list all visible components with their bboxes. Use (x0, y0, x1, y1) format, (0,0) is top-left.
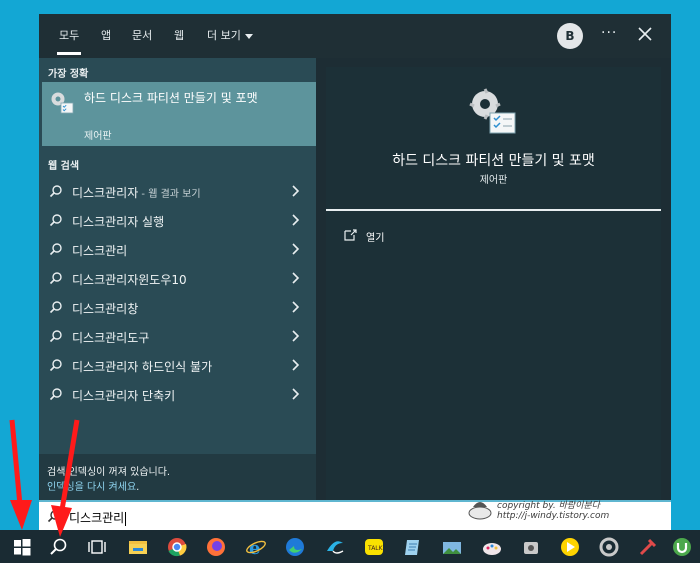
indexing-notice-action: 인덱싱을 다시 켜세요. (47, 482, 140, 493)
svg-text:e: e (249, 538, 260, 558)
results-column: 가장 정확 하드 디스크 파티션 만들기 및 포맷 제어판 웹 검색 디스크관리… (39, 58, 316, 500)
chevron-down-icon (244, 33, 253, 39)
preview-title: 하드 디스크 파티션 만들기 및 포맷 (392, 153, 595, 169)
best-match-heading: 가장 정확 (48, 69, 89, 80)
windows-start-icon[interactable] (11, 536, 33, 558)
web-result-label: 디스크관리자 - 웹 결과 보기 (72, 186, 201, 200)
open-label: 열기 (366, 233, 385, 244)
web-result-label: 디스크관리자 실행 (72, 215, 165, 229)
chevron-right-icon (292, 388, 300, 400)
search-icon[interactable] (47, 536, 69, 558)
search-icon (49, 388, 62, 401)
more-options-button[interactable]: ··· (601, 25, 617, 41)
disk-management-icon (469, 88, 516, 134)
search-icon (49, 214, 62, 227)
search-icon (49, 185, 62, 198)
app-icon[interactable] (324, 536, 346, 558)
chevron-right-icon (292, 301, 300, 313)
web-result-label: 디스크관리창 (72, 302, 139, 316)
file-explorer-icon[interactable] (127, 536, 149, 558)
best-match-title: 하드 디스크 파티션 만들기 및 포맷 (84, 91, 258, 105)
search-icon (49, 301, 62, 314)
disk-management-icon (51, 92, 74, 114)
open-external-icon (344, 229, 357, 241)
best-match-item[interactable]: 하드 디스크 파티션 만들기 및 포맷 제어판 (42, 82, 316, 146)
web-result-label: 디스크관리도구 (72, 331, 150, 345)
search-tabs-bar: 모두 앱 문서 웹 더 보기 B ··· (39, 14, 671, 58)
close-icon[interactable] (635, 24, 655, 44)
watermark-logo-icon (468, 502, 492, 520)
search-icon (49, 272, 62, 285)
tab-apps[interactable]: 앱 (101, 27, 111, 43)
web-result-item[interactable]: 디스크관리도구 (39, 322, 316, 350)
web-result-label: 디스크관리자 단축키 (72, 389, 176, 403)
tab-documents[interactable]: 문서 (132, 27, 152, 43)
search-input-value: 디스크관리 (69, 511, 127, 526)
chevron-right-icon (292, 272, 300, 284)
paint-icon[interactable] (481, 536, 503, 558)
tab-more[interactable]: 더 보기 (207, 27, 253, 43)
kakaotalk-icon[interactable]: TALK (363, 536, 385, 558)
ie-icon[interactable]: e (245, 536, 267, 558)
taskbar: e TALK (0, 530, 700, 563)
chrome-icon[interactable] (166, 536, 188, 558)
enable-indexing-link[interactable]: 인덱싱을 다시 켜세요 (47, 482, 136, 493)
preview-divider (326, 209, 661, 211)
search-icon (49, 243, 62, 256)
search-panel: 모두 앱 문서 웹 더 보기 B ··· 가장 정확 하드 디스크 파티션 만들… (39, 14, 671, 500)
app2-icon[interactable] (520, 536, 542, 558)
chevron-right-icon (292, 330, 300, 342)
chevron-right-icon (292, 243, 300, 255)
svg-text:TALK: TALK (367, 545, 384, 552)
web-result-label: 디스크관리자윈도우10 (72, 273, 187, 287)
notepad-icon[interactable] (402, 536, 424, 558)
preview-subtitle: 제어판 (479, 175, 508, 186)
web-result-item[interactable]: 디스크관리창 (39, 293, 316, 321)
settings-icon[interactable] (598, 536, 620, 558)
web-result-label: 디스크관리 (72, 244, 128, 258)
web-result-item[interactable]: 디스크관리 (39, 235, 316, 263)
indexing-notice: 검색 인덱싱이 꺼져 있습니다. 인덱싱을 다시 켜세요. (39, 454, 316, 500)
web-result-item[interactable]: 디스크관리자 실행 (39, 206, 316, 234)
preview-pane: 하드 디스크 파티션 만들기 및 포맷 제어판 열기 (326, 67, 661, 500)
web-result-item[interactable]: 디스크관리자 단축키 (39, 380, 316, 408)
indexing-notice-text: 검색 인덱싱이 꺼져 있습니다. (47, 467, 171, 478)
task-view-icon[interactable] (86, 536, 108, 558)
best-match-subtitle: 제어판 (84, 131, 112, 142)
search-icon (49, 359, 62, 372)
firefox-icon[interactable] (205, 536, 227, 558)
chevron-right-icon (292, 359, 300, 371)
web-search-heading: 웹 검색 (48, 161, 80, 172)
web-result-item[interactable]: 디스크관리자 - 웹 결과 보기 (39, 177, 316, 205)
chevron-right-icon (292, 185, 300, 197)
tab-web[interactable]: 웹 (174, 27, 184, 43)
photo-icon[interactable] (441, 536, 463, 558)
edge-icon[interactable] (284, 536, 306, 558)
avatar[interactable]: B (557, 23, 583, 49)
search-icon (49, 330, 62, 343)
tool-icon[interactable] (637, 536, 659, 558)
utorrent-icon[interactable] (671, 536, 693, 558)
tab-all[interactable]: 모두 (56, 27, 82, 55)
web-result-label: 디스크관리자 하드인식 불가 (72, 360, 213, 374)
search-icon (47, 510, 60, 523)
media-icon[interactable] (559, 536, 581, 558)
web-result-item[interactable]: 디스크관리자윈도우10 (39, 264, 316, 292)
chevron-right-icon (292, 214, 300, 226)
web-result-item[interactable]: 디스크관리자 하드인식 불가 (39, 351, 316, 379)
